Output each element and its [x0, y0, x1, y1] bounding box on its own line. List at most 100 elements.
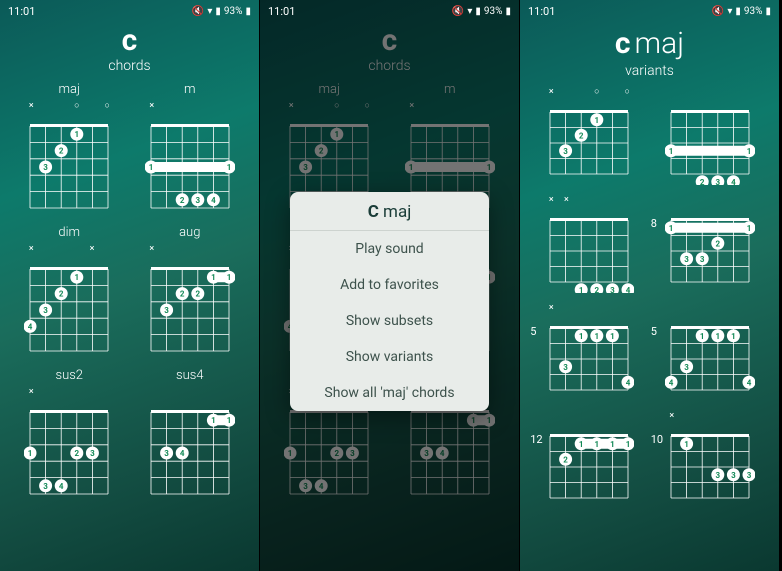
svg-text:3: 3 [684, 363, 689, 372]
svg-text:2: 2 [75, 449, 80, 458]
mute-icon: 🔇 [452, 6, 464, 17]
svg-text:3: 3 [90, 449, 95, 458]
status-icons: 🔇 ▾ ▮ 93% ▮ [712, 6, 771, 17]
chord-popup: C maj Play soundAdd to favoritesShow sub… [290, 192, 489, 411]
svg-text:4: 4 [440, 449, 445, 458]
svg-text:1: 1 [715, 332, 720, 341]
svg-text:3: 3 [684, 255, 689, 264]
variant-card[interactable]: × 5 11134 [534, 303, 645, 401]
svg-text:1: 1 [471, 416, 476, 425]
mute-icon: 🔇 [712, 6, 724, 17]
svg-text:1: 1 [335, 130, 340, 139]
svg-text:2: 2 [195, 290, 200, 299]
screen-variants: 11:01 🔇 ▾ ▮ 93% ▮ c maj variants ×○○ 123… [520, 0, 780, 571]
svg-text:1: 1 [226, 273, 231, 282]
svg-text:4: 4 [731, 178, 736, 185]
svg-text:1: 1 [226, 163, 231, 172]
svg-text:1: 1 [684, 440, 689, 449]
svg-text:1: 1 [211, 273, 216, 282]
svg-text:1: 1 [486, 416, 491, 425]
popup-menu-item[interactable]: Show variants [290, 339, 489, 375]
svg-text:3: 3 [44, 482, 49, 491]
chord-diagram: 1234 [24, 254, 114, 362]
chord-label: maj [59, 82, 80, 97]
svg-text:1: 1 [148, 163, 153, 172]
svg-text:4: 4 [319, 482, 324, 491]
variant-card[interactable]: 8 11233 [655, 195, 766, 293]
chord-card[interactable]: dim ×× 1234 [14, 225, 125, 362]
svg-text:2: 2 [319, 147, 324, 156]
svg-text:4: 4 [626, 286, 631, 293]
wifi-icon: ▾ [467, 6, 472, 17]
svg-text:1: 1 [75, 273, 80, 282]
fret-position: 8 [651, 217, 657, 230]
chord-diagram: 1 3 3 3 [665, 421, 755, 509]
svg-text:3: 3 [304, 482, 309, 491]
svg-text:3: 3 [350, 449, 355, 458]
variant-grid: ×○○ 123 11234 ×× 1234 8 11233 × 5 11134 … [520, 87, 779, 509]
fret-position: 5 [530, 325, 536, 338]
variant-card[interactable]: ×× 1234 [534, 195, 645, 293]
svg-text:3: 3 [564, 363, 569, 372]
svg-text:4: 4 [746, 378, 751, 387]
status-time: 11:01 [268, 5, 295, 18]
popup-menu-item[interactable]: Show all 'maj' chords [290, 375, 489, 411]
svg-text:2: 2 [180, 290, 185, 299]
svg-text:2: 2 [59, 147, 64, 156]
chord-grid: maj ×○○ 123m × 11234dim ×× 1234aug × 112… [0, 82, 259, 505]
svg-text:4: 4 [28, 322, 33, 331]
status-icons: 🔇 ▾ ▮ 93% ▮ [192, 6, 251, 17]
chord-diagram: 1134 [145, 397, 235, 505]
svg-text:3: 3 [731, 471, 736, 480]
svg-text:1: 1 [579, 286, 584, 293]
variant-card[interactable]: ×○○ 123 [534, 87, 645, 185]
svg-text:1: 1 [700, 332, 705, 341]
chord-card[interactable]: maj ×○○ 123 [14, 82, 125, 219]
svg-text:3: 3 [746, 471, 751, 480]
chord-card[interactable]: m × 11234 [135, 82, 246, 219]
chord-label: sus4 [176, 368, 204, 383]
chord-diagram: 11223 [145, 254, 235, 362]
chord-diagram: 111344 [665, 313, 755, 401]
chord-diagram: 12334 [284, 397, 374, 505]
fret-position: 10 [651, 433, 663, 446]
fret-position: 5 [651, 325, 657, 338]
svg-text:2: 2 [180, 196, 185, 205]
variant-card[interactable]: 12 11112 [534, 411, 645, 509]
screen-popup: 11:01 🔇 ▾ ▮ 93% ▮ c chords maj ×○○ 123m … [260, 0, 520, 571]
screen-chords: 11:01 🔇 ▾ ▮ 93% ▮ c chords maj ×○○ 123m … [0, 0, 260, 571]
svg-text:3: 3 [715, 471, 720, 480]
chord-diagram: 11134 [544, 313, 634, 401]
svg-text:4: 4 [180, 449, 185, 458]
svg-text:4: 4 [211, 196, 216, 205]
battery-pct: 93% [744, 6, 763, 17]
variant-card[interactable]: × 10 1333 [655, 411, 766, 509]
wifi-icon: ▾ [727, 6, 732, 17]
chord-card[interactable]: sus4 1134 [135, 368, 246, 505]
chord-label: aug [179, 225, 200, 240]
chord-card[interactable]: sus2 × 12334 [14, 368, 125, 505]
variant-card[interactable]: 11234 [655, 87, 766, 185]
svg-text:2: 2 [564, 455, 569, 464]
svg-text:1: 1 [610, 332, 615, 341]
signal-icon: ▮ [735, 6, 741, 17]
svg-text:1: 1 [626, 440, 631, 449]
variant-card[interactable]: 5 111344 [655, 303, 766, 401]
svg-text:1: 1 [668, 147, 673, 156]
chord-label: sus2 [55, 368, 83, 383]
popup-menu-item[interactable]: Play sound [290, 231, 489, 267]
svg-text:4: 4 [59, 482, 64, 491]
popup-title: C maj [290, 192, 489, 231]
chord-card[interactable]: aug × 11223 [135, 225, 246, 362]
popup-menu-item[interactable]: Add to favorites [290, 267, 489, 303]
svg-text:1: 1 [288, 449, 293, 458]
page-title: c chords [260, 22, 519, 82]
svg-text:1: 1 [579, 440, 584, 449]
mute-icon: 🔇 [192, 6, 204, 17]
svg-text:2: 2 [700, 178, 705, 185]
page-title: c maj variants [520, 22, 779, 87]
svg-text:3: 3 [564, 147, 569, 156]
status-icons: 🔇 ▾ ▮ 93% ▮ [452, 6, 511, 17]
popup-menu-item[interactable]: Show subsets [290, 303, 489, 339]
svg-text:1: 1 [746, 224, 751, 233]
